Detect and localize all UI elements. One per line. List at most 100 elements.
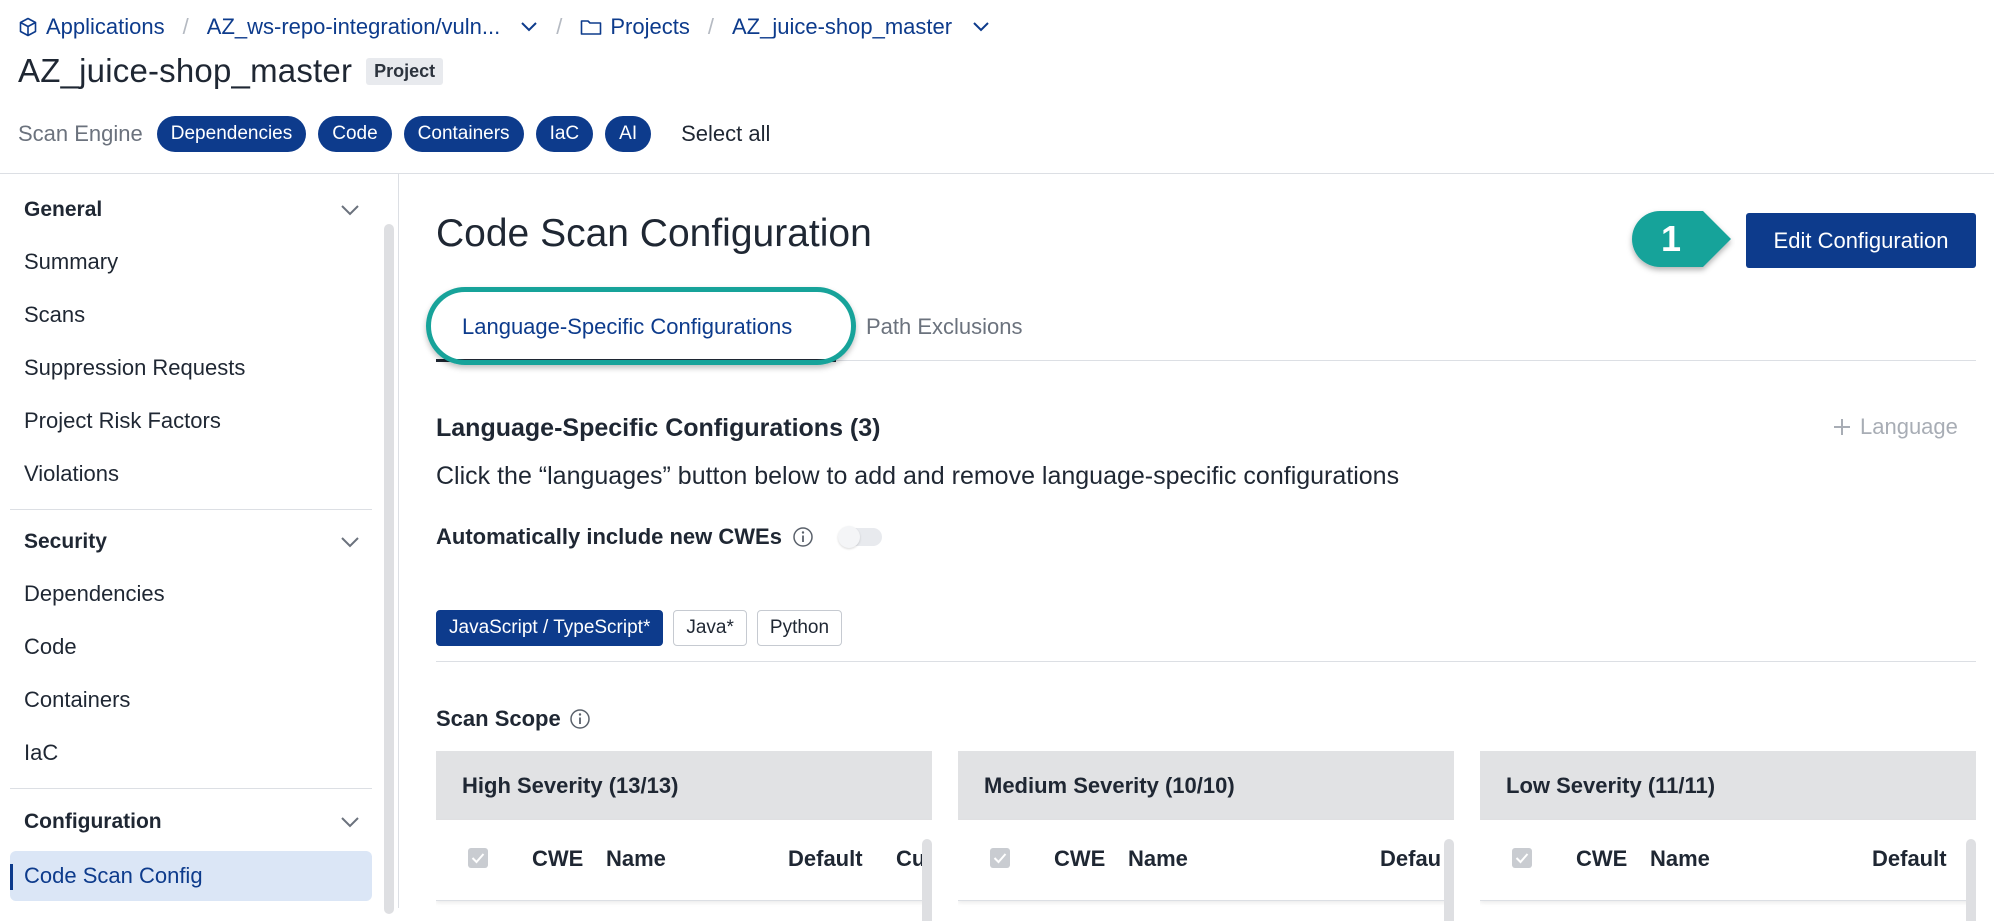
sidebar-item-dependencies[interactable]: Dependencies: [24, 581, 165, 607]
scan-engine-filter: Scan Engine Dependencies Code Containers…: [18, 116, 770, 152]
language-tag-javascript-typescript[interactable]: JavaScript / TypeScript*: [436, 610, 664, 646]
column-header-name[interactable]: Name: [606, 846, 666, 872]
sidebar-item-code-scan-config[interactable]: Code Scan Config: [24, 863, 203, 889]
language-tags: JavaScript / TypeScript* Java* Python: [436, 610, 843, 646]
severity-card-low: Low Severity (11/11) CWE Name Default: [1480, 751, 1976, 921]
select-all-checkbox[interactable]: [990, 848, 1010, 868]
severity-table-header: CWE Name Default Cu: [436, 820, 932, 901]
severity-card-high: High Severity (13/13) CWE Name Default C…: [436, 751, 932, 921]
sidebar-item-suppression-requests[interactable]: Suppression Requests: [24, 355, 245, 381]
sidebar-item-iac[interactable]: IaC: [24, 740, 58, 766]
engine-pill-iac[interactable]: IaC: [535, 116, 594, 152]
card-scrollbar[interactable]: [1444, 839, 1454, 921]
breadcrumb-separator: /: [707, 14, 714, 39]
breadcrumb-projects[interactable]: Projects: [580, 14, 690, 40]
sidebar-active-indicator: [10, 864, 13, 890]
sidebar-scrollbar[interactable]: [384, 224, 394, 914]
engine-pill-dependencies[interactable]: Dependencies: [156, 116, 307, 152]
main-title: Code Scan Configuration: [436, 212, 872, 255]
column-header-default[interactable]: Defau: [1380, 846, 1441, 872]
engine-pill-containers[interactable]: Containers: [403, 116, 524, 152]
sidebar-section-general[interactable]: General: [24, 198, 360, 222]
sidebar-section-configuration[interactable]: Configuration: [24, 810, 360, 834]
severity-card-title: Medium Severity (10/10): [958, 751, 1454, 820]
severity-card-title: Low Severity (11/11): [1480, 751, 1976, 820]
step-callout-marker: 1: [1632, 211, 1731, 267]
column-header-cwe[interactable]: CWE: [532, 846, 583, 872]
breadcrumb-separator: /: [182, 14, 189, 39]
column-header-default[interactable]: Default: [1872, 846, 1947, 872]
card-scrollbar[interactable]: [922, 839, 932, 921]
sidebar-section-label: General: [24, 198, 103, 221]
language-config-section-title: Language-Specific Configurations (3): [436, 414, 881, 442]
select-all-checkbox[interactable]: [1512, 848, 1532, 868]
add-language-label: Language: [1860, 414, 1958, 439]
scan-scope-heading: Scan Scope: [436, 706, 591, 732]
toggle-knob: [837, 526, 860, 548]
chevron-down-icon[interactable]: [972, 21, 990, 33]
sidebar-item-containers[interactable]: Containers: [24, 687, 130, 713]
sidebar-item-project-risk-factors[interactable]: Project Risk Factors: [24, 408, 221, 434]
language-tag-python[interactable]: Python: [756, 610, 843, 646]
auto-include-cwe-toggle[interactable]: [837, 526, 882, 548]
info-icon[interactable]: [569, 708, 591, 730]
sidebar-divider: [10, 509, 372, 510]
chevron-down-icon: [341, 817, 359, 828]
chevron-down-icon: [341, 205, 359, 216]
column-header-cwe[interactable]: CWE: [1576, 846, 1627, 872]
info-icon[interactable]: [792, 526, 814, 548]
breadcrumb-app-label: AZ_ws-repo-integration/vuln...: [206, 14, 501, 39]
language-tag-java[interactable]: Java*: [673, 610, 747, 646]
breadcrumb-applications[interactable]: Applications: [18, 14, 165, 40]
engine-pill-code[interactable]: Code: [318, 116, 392, 152]
step-callout-number: 1: [1661, 218, 1681, 259]
auto-include-cwe-row: Automatically include new CWEs: [436, 524, 882, 550]
severity-card-medium: Medium Severity (10/10) CWE Name Defau: [958, 751, 1454, 921]
column-header-cwe[interactable]: CWE: [1054, 846, 1105, 872]
language-divider: [436, 661, 1976, 662]
breadcrumb-projects-label: Projects: [610, 14, 690, 39]
breadcrumb: Applications / AZ_ws-repo-integration/vu…: [18, 10, 990, 44]
language-helper-text: Click the “languages” button below to ad…: [436, 462, 1400, 490]
scan-engine-label: Scan Engine: [18, 121, 143, 146]
column-header-name[interactable]: Name: [1650, 846, 1710, 872]
sidebar: General Summary Scans Suppression Reques…: [0, 174, 399, 914]
sidebar-item-violations[interactable]: Violations: [24, 461, 119, 487]
page-title: AZ_juice-shop_master: [18, 52, 353, 89]
sidebar-divider: [10, 788, 372, 789]
tab-highlight-ring: [426, 287, 856, 365]
column-header-name[interactable]: Name: [1128, 846, 1188, 872]
chevron-down-icon: [341, 537, 359, 548]
auto-include-cwe-label: Automatically include new CWEs: [436, 524, 782, 549]
breadcrumb-app[interactable]: AZ_ws-repo-integration/vuln...: [207, 14, 538, 40]
column-header-default[interactable]: Default: [788, 846, 863, 872]
sidebar-section-label: Security: [24, 530, 107, 553]
sidebar-section-security[interactable]: Security: [24, 530, 360, 554]
sidebar-section-label: Configuration: [24, 810, 162, 833]
severity-table-header: CWE Name Defau: [958, 820, 1454, 901]
page-header: AZ_juice-shop_master Project: [18, 52, 444, 90]
sidebar-item-scans[interactable]: Scans: [24, 302, 85, 328]
card-scrollbar[interactable]: [1966, 839, 1976, 921]
breadcrumb-project-label: AZ_juice-shop_master: [731, 14, 953, 39]
engine-pill-ai[interactable]: AI: [605, 116, 652, 152]
sidebar-item-summary[interactable]: Summary: [24, 249, 118, 275]
select-all-link[interactable]: Select all: [681, 121, 770, 147]
select-all-checkbox[interactable]: [468, 848, 488, 868]
severity-card-title: High Severity (13/13): [436, 751, 932, 820]
breadcrumb-applications-label: Applications: [46, 14, 165, 39]
sidebar-item-code[interactable]: Code: [24, 634, 77, 660]
project-badge: Project: [366, 57, 444, 85]
cube-icon: [19, 17, 37, 37]
tab-path-exclusions[interactable]: Path Exclusions: [866, 314, 1023, 340]
severity-table-header: CWE Name Default: [1480, 820, 1976, 901]
scan-scope-label: Scan Scope: [436, 706, 561, 731]
breadcrumb-separator: /: [556, 14, 563, 39]
breadcrumb-project[interactable]: AZ_juice-shop_master: [732, 14, 990, 40]
chevron-down-icon[interactable]: [520, 21, 538, 33]
edit-configuration-button[interactable]: Edit Configuration: [1746, 213, 1976, 268]
folder-icon: [581, 20, 602, 35]
column-header-custom[interactable]: Cu: [896, 846, 925, 872]
plus-icon: [1834, 419, 1850, 435]
add-language-button[interactable]: Language: [1832, 414, 1958, 440]
